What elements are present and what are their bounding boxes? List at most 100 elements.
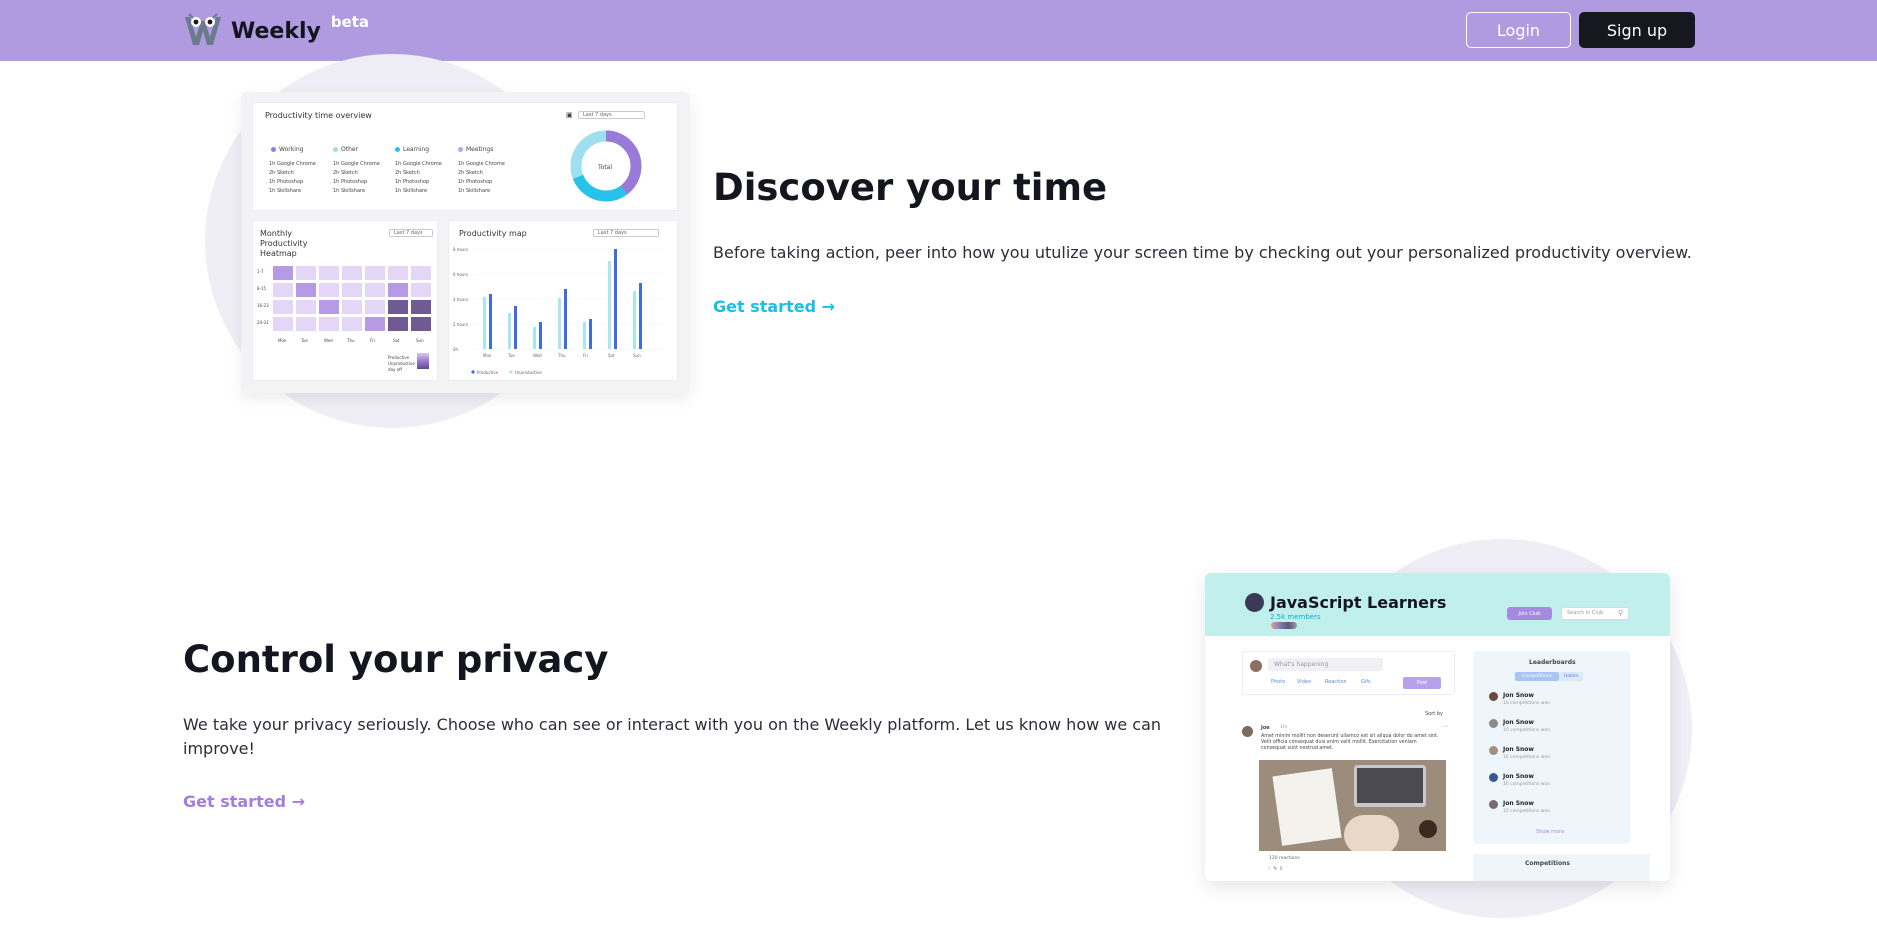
x-tick-label: Mon bbox=[483, 353, 492, 358]
signup-button[interactable]: Sign up bbox=[1579, 12, 1695, 48]
productivity-bar-chart: 8 hours 6 hours 4 hours 2 hours 0h Mon Tue Wed T… bbox=[453, 247, 664, 375]
heatmap-cell bbox=[342, 283, 362, 297]
club-avatar bbox=[1245, 593, 1264, 612]
reaction-action[interactable]: Reaction bbox=[1325, 679, 1347, 685]
post-button[interactable]: Post bbox=[1403, 677, 1441, 689]
heatmap-col-label: Wed bbox=[324, 338, 333, 343]
heatmap-title: Monthly Productivity Heatmap bbox=[260, 229, 308, 258]
bar bbox=[583, 322, 586, 349]
heatmap-range-dropdown[interactable]: Last 7 days bbox=[389, 229, 433, 237]
photo-action[interactable]: Photo bbox=[1271, 679, 1285, 685]
heatmap-cell bbox=[296, 317, 316, 331]
heatmap-legend-dayoff: day off bbox=[388, 367, 402, 372]
post-actions[interactable]: ♡ ✎ ⇧ bbox=[1267, 866, 1283, 872]
top-navbar: Weekly beta Login Sign up bbox=[0, 0, 1877, 61]
leader-avatar bbox=[1489, 746, 1498, 755]
join-club-button[interactable]: Join Club bbox=[1507, 607, 1552, 620]
heatmap-cell bbox=[319, 266, 339, 280]
leaderboard-title: Leaderboards bbox=[1529, 659, 1576, 666]
heatmap-cell bbox=[273, 283, 293, 297]
heatmap-col-label: Tue bbox=[301, 338, 308, 343]
app-usage: 1h Photoshop bbox=[333, 179, 368, 185]
heatmap-col-label: Sat bbox=[393, 338, 400, 343]
post-text: Amet minim mollit non deserunt ullamco e… bbox=[1261, 734, 1439, 751]
heatmap-row-label: 24-31 bbox=[257, 320, 269, 325]
x-tick-label: Thu bbox=[557, 353, 566, 358]
post-image bbox=[1259, 760, 1446, 851]
heatmap-cell bbox=[411, 266, 431, 280]
section-description-privacy: We take your privacy seriously. Choose w… bbox=[183, 715, 1162, 758]
tab-habits[interactable]: Habits bbox=[1559, 672, 1583, 681]
y-tick-label: 4 hours bbox=[453, 297, 468, 302]
club-members-count: 2.5k members bbox=[1270, 613, 1321, 621]
heatmap-cell bbox=[319, 300, 339, 314]
app-usage: 1h Photoshop bbox=[458, 179, 493, 185]
app-usage: 2h Sketch bbox=[458, 170, 483, 176]
bar bbox=[533, 327, 536, 349]
category-other: Other bbox=[341, 146, 359, 153]
heatmap-cell bbox=[342, 266, 362, 280]
more-options-icon[interactable]: ⋯ bbox=[1442, 723, 1448, 730]
leader-avatar bbox=[1489, 773, 1498, 782]
post-composer: What's happening Photo Video Reaction Gi… bbox=[1242, 651, 1455, 695]
legend-label: Productive bbox=[477, 370, 499, 375]
legend-dot bbox=[509, 370, 513, 374]
app-usage: 2h Sketch bbox=[395, 170, 420, 176]
heatmap-cell bbox=[273, 317, 293, 331]
heatmap-row-label: 1-7 bbox=[257, 269, 264, 274]
video-action[interactable]: Video bbox=[1297, 679, 1311, 685]
heatmap-cell bbox=[342, 317, 362, 331]
y-tick-label: 6 hours bbox=[453, 272, 468, 277]
app-usage: 1h Google Chrome bbox=[395, 161, 442, 167]
heatmap-legend-swatch bbox=[417, 353, 429, 369]
brand-logo-link[interactable]: Weekly beta bbox=[183, 11, 369, 51]
leader-avatar bbox=[1489, 800, 1498, 809]
heatmap-cell bbox=[411, 300, 431, 314]
app-usage: 1h Skillshare bbox=[395, 188, 428, 194]
gifs-action[interactable]: Gifs bbox=[1361, 679, 1371, 685]
overview-range-dropdown[interactable]: Last 7 days bbox=[578, 111, 645, 119]
show-more-link[interactable]: Show more bbox=[1536, 829, 1564, 835]
x-tick-label: Sat bbox=[608, 353, 615, 358]
legend-label: Unproductive bbox=[515, 370, 542, 375]
productivity-dashboard-preview: Productivity time overview ▣ Last 7 days… bbox=[241, 92, 690, 393]
composer-input[interactable]: What's happening bbox=[1268, 658, 1383, 671]
beta-badge: beta bbox=[330, 13, 370, 31]
app-usage: 2h Sketch bbox=[269, 170, 294, 176]
app-usage: 1h Google Chrome bbox=[269, 161, 316, 167]
category-working: Working bbox=[279, 146, 304, 153]
heatmap-cell bbox=[319, 317, 339, 331]
heatmap-cell bbox=[296, 300, 316, 314]
login-button[interactable]: Login bbox=[1466, 12, 1571, 48]
post-reactions-count: 120 reactions bbox=[1269, 856, 1300, 861]
get-started-link-privacy[interactable]: Get started → bbox=[183, 792, 305, 811]
app-usage: 1h Skillshare bbox=[269, 188, 302, 194]
learning-dot bbox=[395, 147, 400, 152]
tab-competitions[interactable]: Competitions bbox=[1515, 672, 1559, 681]
heatmap-legend-unproductive: Unproductive bbox=[388, 361, 415, 366]
owl-logo-icon bbox=[183, 11, 223, 51]
bar bbox=[508, 313, 511, 349]
meetings-dot bbox=[458, 147, 463, 152]
heatmap-col-label: Mon bbox=[278, 338, 287, 343]
post-card: Joe 1hr ⋯ Amet minim mollit non deserunt… bbox=[1242, 723, 1455, 881]
leader-name: Jon Snow bbox=[1503, 773, 1534, 780]
heatmap-col-label: Thu bbox=[347, 338, 355, 343]
heatmap-cell bbox=[388, 317, 408, 331]
heatmap-cell bbox=[273, 300, 293, 314]
bar bbox=[589, 319, 592, 349]
competitions-title: Competitions bbox=[1525, 860, 1570, 867]
overview-panel: Productivity time overview ▣ Last 7 days… bbox=[252, 102, 678, 211]
heatmap-cell bbox=[365, 283, 385, 297]
y-tick-label: 0h bbox=[453, 347, 459, 352]
legend-dot bbox=[471, 370, 475, 374]
sort-by-label[interactable]: Sort by bbox=[1425, 711, 1443, 717]
leader-sub: 10 competitions won bbox=[1503, 728, 1551, 733]
club-title: JavaScript Learners bbox=[1270, 593, 1447, 612]
bar bbox=[489, 294, 492, 349]
post-author-avatar bbox=[1242, 726, 1253, 737]
club-header: JavaScript Learners 2.5k members Join Cl… bbox=[1205, 573, 1670, 636]
heatmap-legend-productive: Productive bbox=[388, 355, 410, 360]
get-started-link-discover[interactable]: Get started → bbox=[713, 297, 835, 316]
heatmap-cell bbox=[388, 266, 408, 280]
